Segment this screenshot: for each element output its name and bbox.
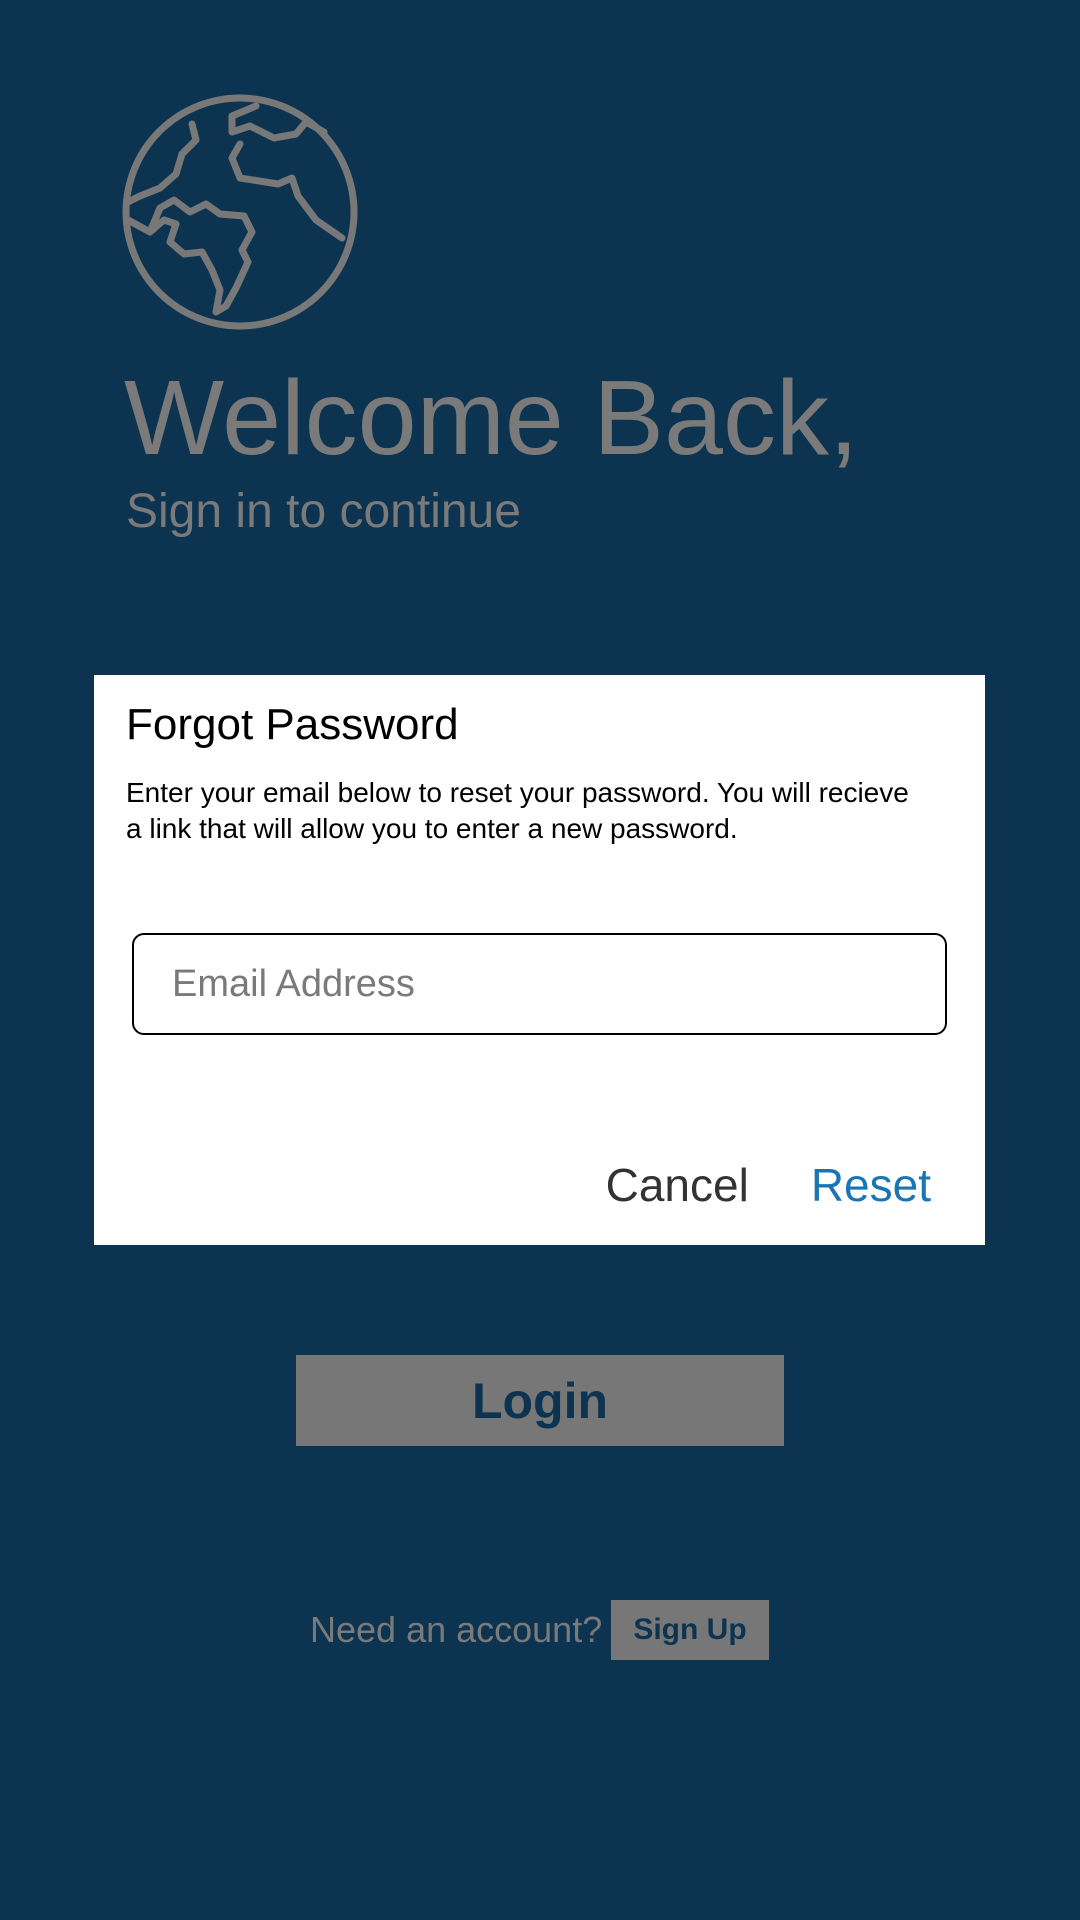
sign-up-button[interactable]: Sign Up xyxy=(611,1600,769,1660)
need-account-label: Need an account? xyxy=(310,1609,603,1650)
signup-row: Need an account? Sign Up xyxy=(0,1600,1080,1660)
welcome-subtitle: Sign in to continue xyxy=(126,485,521,538)
cancel-button[interactable]: Cancel xyxy=(606,1155,749,1215)
email-field[interactable] xyxy=(132,933,947,1035)
dialog-title: Forgot Password xyxy=(126,700,459,749)
reset-button[interactable]: Reset xyxy=(811,1155,931,1215)
globe-icon xyxy=(120,92,360,332)
welcome-title: Welcome Back, xyxy=(124,359,859,477)
login-button[interactable]: Login xyxy=(296,1355,784,1446)
dialog-actions: Cancel Reset xyxy=(606,1155,931,1215)
forgot-password-dialog: Forgot Password Enter your email below t… xyxy=(94,675,985,1245)
dialog-message: Enter your email below to reset your pas… xyxy=(126,777,909,844)
